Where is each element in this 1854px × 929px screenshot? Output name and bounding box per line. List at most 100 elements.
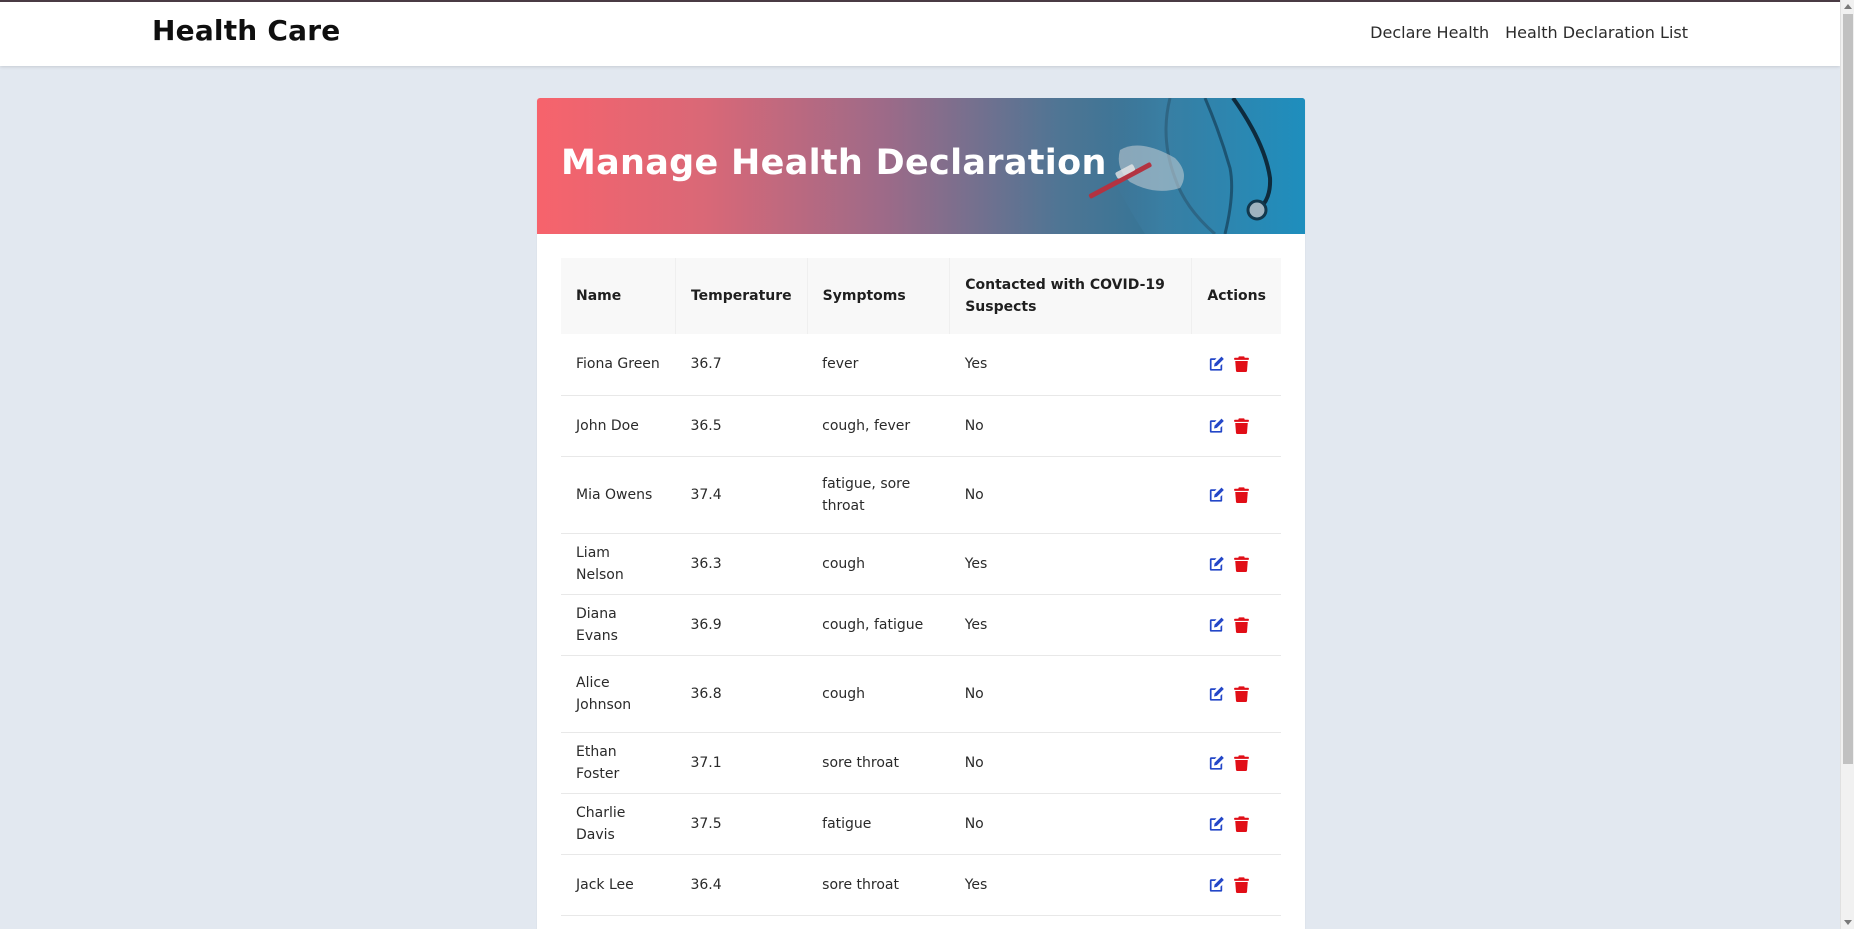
row-actions: [1207, 354, 1266, 374]
edit-icon[interactable]: [1207, 753, 1226, 773]
cell-actions: [1191, 594, 1281, 656]
cell-contacted: No: [949, 793, 1192, 855]
hero-banner: Manage Health Declaration: [537, 98, 1305, 234]
cell-name: Liam Nelson: [561, 533, 676, 595]
table-row: Charlie Davis 37.5 fatigue No: [561, 793, 1281, 855]
declaration-card: Manage Health Declaration Name Temperatu…: [537, 98, 1305, 929]
column-header-actions: Actions: [1191, 258, 1281, 334]
cell-symptoms: cough: [807, 533, 950, 595]
nav-link-declare-health[interactable]: Declare Health: [1370, 23, 1489, 42]
table-row: Diana Evans 36.9 cough, fatigue Yes: [561, 594, 1281, 656]
table-row: Alice Johnson 36.8 cough No: [561, 655, 1281, 733]
row-actions: [1207, 554, 1266, 574]
column-header-contacted: Contacted with COVID-19 Suspects: [949, 258, 1192, 334]
cell-actions: [1191, 334, 1281, 396]
cell-symptoms: cough, fatigue: [807, 594, 950, 656]
edit-icon[interactable]: [1207, 416, 1226, 436]
cell-name: Fiona Green: [561, 334, 676, 396]
trash-icon[interactable]: [1232, 875, 1251, 895]
row-actions: [1207, 416, 1266, 436]
scroll-down-arrow-icon[interactable]: [1844, 920, 1852, 925]
top-navbar: Health Care Declare Health Health Declar…: [0, 0, 1840, 66]
cell-temperature: 36.8: [675, 655, 808, 733]
trash-icon[interactable]: [1232, 615, 1251, 635]
cell-name: John Doe: [561, 395, 676, 457]
edit-icon[interactable]: [1207, 485, 1226, 505]
cell-symptoms: fever: [807, 334, 950, 396]
cell-temperature: 36.3: [675, 533, 808, 595]
table-row: Mia Owens 37.4 fatigue, sore throat No: [561, 456, 1281, 534]
edit-icon[interactable]: [1207, 615, 1226, 635]
trash-icon[interactable]: [1232, 814, 1251, 834]
row-actions: [1207, 485, 1266, 505]
table-header-row: Name Temperature Symptoms Contacted with…: [561, 258, 1281, 334]
edit-icon[interactable]: [1207, 875, 1226, 895]
scroll-up-arrow-icon[interactable]: [1844, 4, 1852, 9]
cell-contacted: No: [949, 456, 1192, 534]
row-actions: [1207, 814, 1266, 834]
column-header-name: Name: [576, 288, 622, 304]
cell-temperature: 36.9: [675, 594, 808, 656]
cell-symptoms: fatigue, sore throat: [807, 456, 950, 534]
cell-symptoms: cough, fever: [807, 395, 950, 457]
brand-logo-text[interactable]: Health Care: [152, 14, 340, 47]
trash-icon[interactable]: [1232, 485, 1251, 505]
table-row: Liam Nelson 36.3 cough Yes: [561, 533, 1281, 595]
nav-links: Declare Health Health Declaration List: [1370, 23, 1688, 42]
row-actions: [1207, 684, 1266, 704]
cell-name: Ethan Foster: [561, 732, 676, 794]
cell-temperature: 37.1: [675, 732, 808, 794]
cell-contacted: No: [949, 655, 1192, 733]
cell-contacted: No: [949, 395, 1192, 457]
trash-icon[interactable]: [1232, 354, 1251, 374]
edit-icon[interactable]: [1207, 684, 1226, 704]
table-row: Fiona Green 36.7 fever Yes: [561, 334, 1281, 396]
trash-icon[interactable]: [1232, 753, 1251, 773]
edit-icon[interactable]: [1207, 554, 1226, 574]
row-actions: [1207, 615, 1266, 635]
cell-actions: [1191, 732, 1281, 794]
cell-name: Diana Evans: [561, 594, 676, 656]
cell-temperature: 36.4: [675, 854, 808, 916]
trash-icon[interactable]: [1232, 416, 1251, 436]
cell-contacted: Yes: [949, 854, 1192, 916]
cell-contacted: No: [949, 732, 1192, 794]
row-actions: [1207, 875, 1266, 895]
trash-icon[interactable]: [1232, 684, 1251, 704]
nav-link-health-declaration-list[interactable]: Health Declaration List: [1505, 23, 1688, 42]
row-actions: [1207, 753, 1266, 773]
edit-icon[interactable]: [1207, 814, 1226, 834]
cell-contacted: Yes: [949, 334, 1192, 396]
cell-name: Alice Johnson: [561, 655, 676, 733]
cell-temperature: 36.5: [675, 395, 808, 457]
table-row: Ethan Foster 37.1 sore throat No: [561, 732, 1281, 794]
cell-temperature: 36.7: [675, 334, 808, 396]
cell-actions: [1191, 456, 1281, 534]
cell-contacted: Yes: [949, 594, 1192, 656]
cell-symptoms: fatigue: [807, 793, 950, 855]
table-body: Fiona Green 36.7 fever Yes John Doe 36.5…: [561, 334, 1281, 916]
table-row: John Doe 36.5 cough, fever No: [561, 395, 1281, 457]
page-title: Manage Health Declaration: [561, 143, 1107, 183]
column-header-symptoms: Symptoms: [806, 258, 950, 334]
cell-name: Charlie Davis: [561, 793, 676, 855]
table-row: Jack Lee 36.4 sore throat Yes: [561, 854, 1281, 916]
cell-actions: [1191, 793, 1281, 855]
cell-symptoms: sore throat: [807, 732, 950, 794]
cell-actions: [1191, 395, 1281, 457]
cell-temperature: 37.4: [675, 456, 808, 534]
trash-icon[interactable]: [1232, 554, 1251, 574]
cell-actions: [1191, 533, 1281, 595]
cell-contacted: Yes: [949, 533, 1192, 595]
cell-temperature: 37.5: [675, 793, 808, 855]
cell-name: Mia Owens: [561, 456, 676, 534]
cell-actions: [1191, 655, 1281, 733]
declaration-table: Name Temperature Symptoms Contacted with…: [561, 258, 1281, 916]
cell-symptoms: cough: [807, 655, 950, 733]
page-scrollbar[interactable]: [1840, 0, 1854, 929]
scrollbar-thumb[interactable]: [1843, 14, 1853, 764]
cell-symptoms: sore throat: [807, 854, 950, 916]
column-header-temperature: Temperature: [674, 258, 808, 334]
edit-icon[interactable]: [1207, 354, 1226, 374]
cell-actions: [1191, 854, 1281, 916]
